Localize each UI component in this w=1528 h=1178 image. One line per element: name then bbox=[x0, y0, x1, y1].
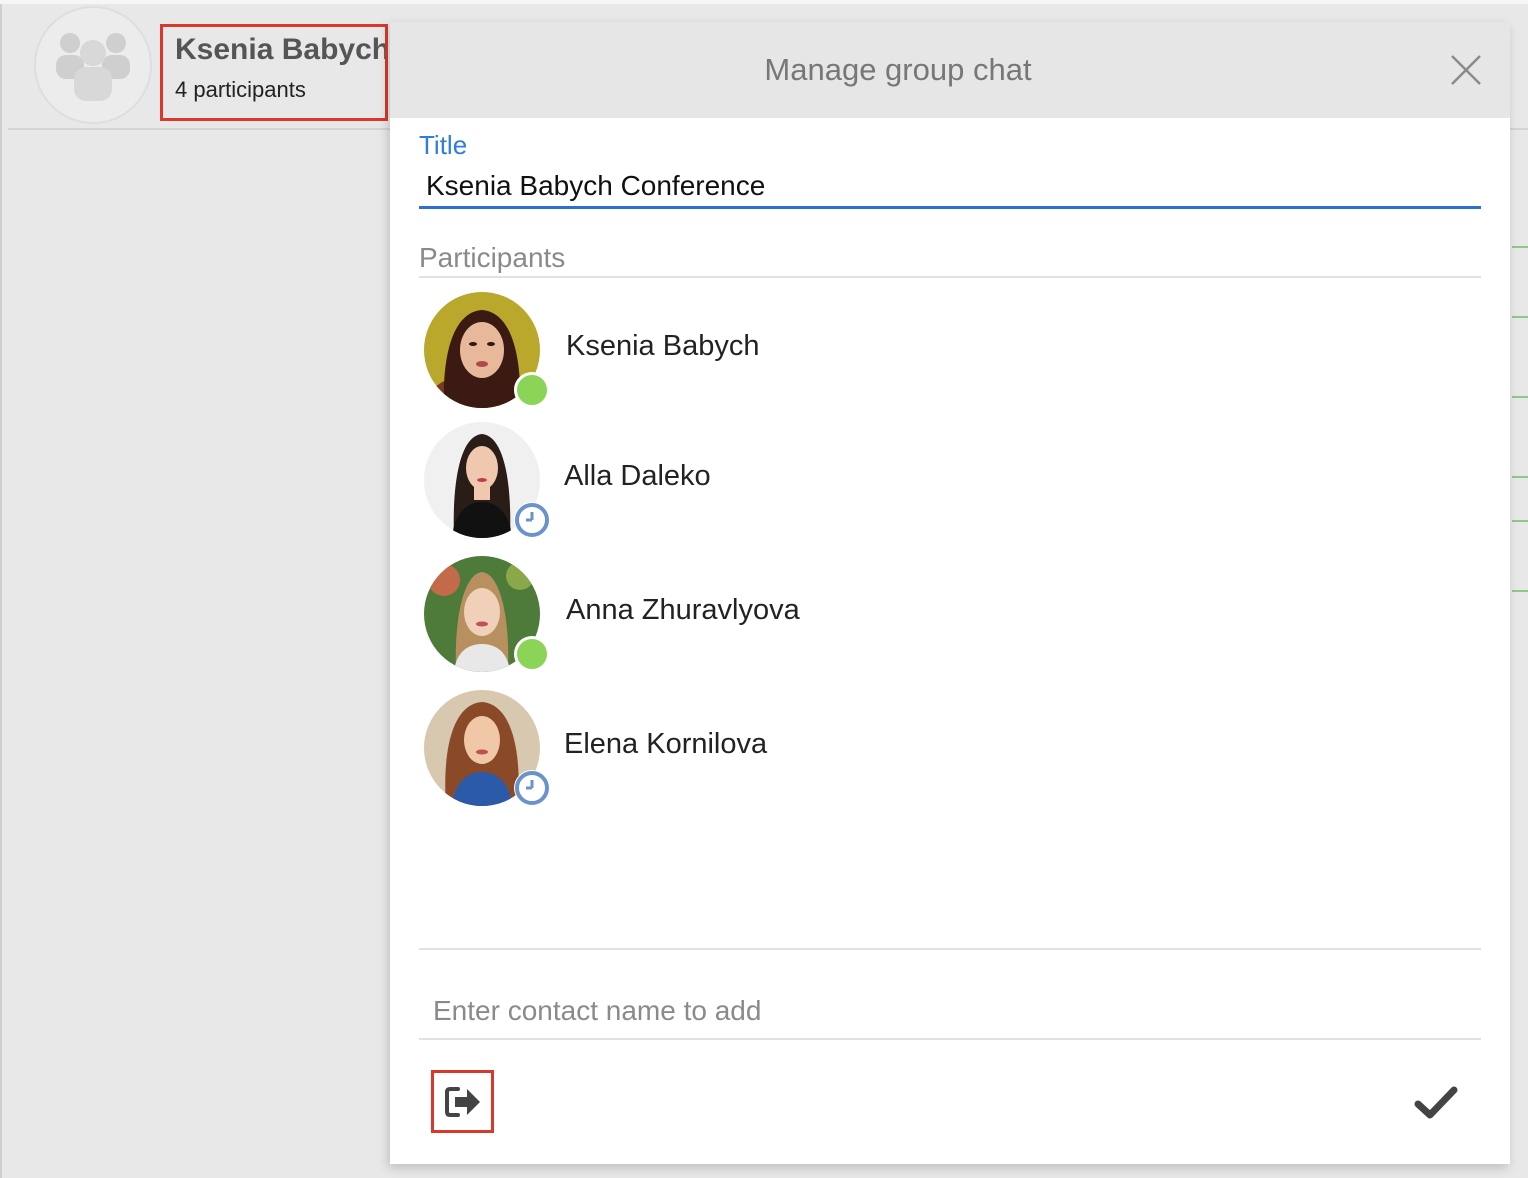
manage-group-chat-dialog: Manage group chat Title Participants Kse bbox=[390, 22, 1510, 1164]
participant-name: Alla Daleko bbox=[564, 460, 711, 492]
group-icon bbox=[56, 33, 130, 101]
participant-item-anna-zhuravlyova[interactable]: Anna Zhuravlyova bbox=[424, 556, 1464, 676]
clock-icon bbox=[515, 503, 549, 537]
clock-icon bbox=[515, 771, 549, 805]
divider bbox=[419, 948, 1481, 950]
group-avatar bbox=[34, 6, 152, 124]
chat-name: Ksenia Babych bbox=[175, 33, 388, 66]
close-button[interactable] bbox=[1446, 50, 1486, 90]
online-status-indicator bbox=[514, 636, 550, 672]
participants-heading: Participants bbox=[419, 242, 566, 273]
chat-title-box[interactable]: Ksenia Babych 4 participants bbox=[160, 24, 388, 121]
title-field-label: Title bbox=[419, 130, 468, 160]
background-chat-lines bbox=[1508, 240, 1528, 600]
away-status-indicator bbox=[514, 770, 550, 806]
checkmark-icon bbox=[1414, 1086, 1458, 1119]
leave-chat-button[interactable] bbox=[431, 1070, 494, 1133]
away-status-indicator bbox=[514, 502, 550, 538]
add-contact-input[interactable] bbox=[419, 984, 1481, 1040]
participants-count: 4 participants bbox=[175, 77, 306, 102]
participant-name: Anna Zhuravlyova bbox=[566, 594, 800, 626]
participant-item-elena-kornilova[interactable]: Elena Kornilova bbox=[424, 690, 1464, 810]
participant-item-alla-daleko[interactable]: Alla Daleko bbox=[424, 422, 1464, 542]
participant-item-ksenia-babych[interactable]: Ksenia Babych bbox=[424, 292, 1464, 412]
dialog-header: Manage group chat bbox=[390, 22, 1510, 118]
dialog-title: Manage group chat bbox=[764, 52, 1032, 87]
participant-name: Elena Kornilova bbox=[564, 728, 768, 760]
confirm-button[interactable] bbox=[1414, 1084, 1458, 1122]
close-icon bbox=[1451, 55, 1481, 85]
participant-name: Ksenia Babych bbox=[566, 330, 760, 362]
title-field[interactable] bbox=[419, 165, 1481, 209]
leave-chat-icon bbox=[444, 1086, 480, 1117]
divider bbox=[419, 276, 1481, 278]
online-status-indicator bbox=[514, 372, 550, 408]
